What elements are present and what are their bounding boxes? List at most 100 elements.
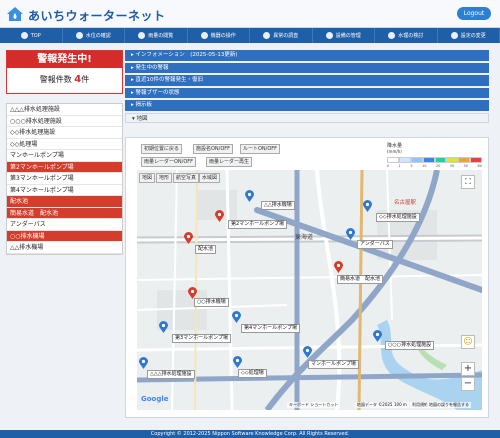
legend-unit: (mm/h) bbox=[387, 149, 402, 154]
nav-anomaly[interactable]: 異常の調査 bbox=[250, 28, 313, 43]
header: あいちウォーターネット Logout bbox=[0, 0, 500, 28]
facility-list-item[interactable]: マンホールポンプ場 bbox=[7, 150, 122, 162]
wrench-icon bbox=[325, 32, 333, 39]
legend-swatch bbox=[458, 157, 471, 163]
switch-icon bbox=[200, 32, 208, 39]
accordion-panel-header[interactable]: 揭示板 bbox=[125, 100, 489, 111]
facility-list-item[interactable]: 第4マンホールポンプ場 bbox=[7, 185, 122, 196]
legend-swatch bbox=[387, 157, 399, 163]
map-label-reservoir: 配水池 bbox=[195, 245, 217, 254]
facility-list-item[interactable]: 配水池 bbox=[7, 196, 122, 208]
map-label-simple-water-reservoir: 簡易水道 配水池 bbox=[337, 275, 384, 284]
map-label-underpass: アンダーパス bbox=[357, 240, 393, 249]
map-label-circle-drainage: ○○排水機場 bbox=[194, 298, 229, 307]
accordion-panel-header[interactable]: 直近10件の警報発生・復旧 bbox=[125, 75, 489, 86]
rain-radar-toggle[interactable]: 雨量レーダーON/OFF bbox=[141, 157, 197, 167]
map-pin-blue[interactable] bbox=[303, 346, 312, 358]
nav-hydraulics[interactable]: 水理の検討 bbox=[375, 28, 438, 43]
app-title: あいちウォーターネット bbox=[28, 9, 166, 23]
map-type-terrain[interactable]: 地形 bbox=[156, 173, 173, 183]
map-pin-blue[interactable] bbox=[363, 200, 372, 212]
nav-facility[interactable]: 設備の管理 bbox=[313, 28, 375, 43]
legend-swatch bbox=[410, 157, 423, 163]
nav-water-level[interactable]: 水位の確認 bbox=[63, 28, 125, 43]
accordion-panel-header[interactable]: インフォメーション (2025-05-13更新) bbox=[125, 50, 489, 61]
map-type-map[interactable]: 地図 bbox=[139, 173, 156, 183]
facility-list-item[interactable]: ○○○排水処理施設 bbox=[7, 116, 122, 127]
alert-count: 警報件数 4件 bbox=[39, 74, 90, 85]
legend-title: 降水量 bbox=[387, 143, 403, 149]
facility-list-item[interactable]: ◇◇排水処理施設 bbox=[7, 127, 122, 139]
gear-icon bbox=[450, 32, 458, 39]
street-view-icon[interactable]: ☺ bbox=[461, 335, 475, 349]
panel-stack: インフォメーション (2025-05-13更新)発生中の警報直近10件の警報発生… bbox=[125, 50, 489, 125]
report-error-link[interactable]: 地図の誤りを報告する bbox=[427, 402, 471, 408]
legend-value: 10 bbox=[421, 164, 427, 168]
logout-button[interactable]: Logout bbox=[457, 7, 491, 20]
facility-list-item[interactable]: 第2マンホールポンプ場 bbox=[7, 161, 122, 173]
map-pin-alarm[interactable] bbox=[184, 232, 193, 244]
map-pin-alarm[interactable] bbox=[215, 210, 224, 222]
legend-value: 0 bbox=[387, 164, 390, 168]
nav-equipment[interactable]: 機器の操作 bbox=[188, 28, 250, 43]
map-label-diamond-treatment: ◇◇排水処理施設 bbox=[376, 213, 420, 222]
map-type-water[interactable]: 水域図 bbox=[199, 173, 221, 183]
route-toggle[interactable]: ルートON/OFF bbox=[240, 144, 281, 154]
accordion-panel-header[interactable]: 警報ブザーの状態 bbox=[125, 87, 489, 98]
map-pin-blue[interactable] bbox=[346, 228, 355, 240]
main-nav: TOP 水位の確認 雨量の閲覧 機器の操作 異常の調査 設備の管理 水理の検討 … bbox=[0, 28, 500, 43]
question-icon bbox=[388, 32, 396, 39]
map-label-pump-3: 第3マンホールポンプ場 bbox=[172, 334, 232, 343]
map-label-manhole-pump: マンホールポンプ場 bbox=[308, 360, 359, 369]
legend-value: 50 bbox=[463, 164, 469, 168]
facility-list-item[interactable]: △△排水機場 bbox=[7, 242, 122, 254]
rain-legend-values: 0 1 5 10 20 30 50 80 bbox=[387, 164, 482, 169]
facility-list-item[interactable]: ◇◇処理場 bbox=[7, 139, 122, 150]
map-pin-blue[interactable] bbox=[373, 330, 382, 342]
facility-list-item[interactable]: △△△排水処理施設 bbox=[7, 104, 122, 116]
nav-top[interactable]: TOP bbox=[0, 28, 63, 43]
accordion-panel-header[interactable]: 発生中の警報 bbox=[125, 62, 489, 73]
initial-position-button[interactable]: 初期位置に戻る bbox=[141, 144, 183, 154]
radar-play-button[interactable]: 雨量レーダー再生 bbox=[206, 157, 253, 167]
house-logo-icon bbox=[7, 7, 23, 21]
map-canvas[interactable]: 地図 地形 航空写真 水域図 ⛶ 東海道 名古屋駅 △△排水機場 第2マンホール… bbox=[137, 170, 482, 410]
facility-name-toggle[interactable]: 施設名ON/OFF bbox=[193, 144, 234, 154]
map-pin-blue[interactable] bbox=[232, 311, 241, 323]
rain-icon bbox=[138, 32, 146, 39]
map-pin-blue[interactable] bbox=[159, 321, 168, 333]
facility-list: △△△排水処理施設 ○○○排水処理施設 ◇◇排水処理施設 ◇◇処理場 マンホールポンプ場… bbox=[6, 103, 123, 255]
facility-list-item[interactable]: アンダーパス bbox=[7, 219, 122, 231]
facility-list-item[interactable]: ○○排水機場 bbox=[7, 230, 122, 242]
facility-list-item[interactable]: 第3マンホールポンプ場 bbox=[7, 173, 122, 185]
alert-title: 警報発生中! bbox=[7, 51, 122, 68]
legend-value: 5 bbox=[410, 164, 413, 168]
map-label-diamond-plant: ◇◇処理場 bbox=[238, 369, 267, 378]
legend-value: 20 bbox=[435, 164, 441, 168]
map-label-pump-4: 第4マンホールポンプ場 bbox=[241, 324, 301, 333]
map-pin-alarm[interactable] bbox=[334, 261, 343, 273]
legend-swatch bbox=[422, 157, 435, 163]
fullscreen-icon[interactable]: ⛶ bbox=[461, 175, 475, 189]
rain-legend-bar bbox=[387, 157, 482, 163]
legend-value: 1 bbox=[398, 164, 401, 168]
gauge-icon bbox=[75, 32, 83, 39]
alert-summary: 警報発生中! 警報件数 4件 bbox=[6, 50, 123, 94]
map-type-satellite[interactable]: 航空写真 bbox=[173, 173, 200, 183]
map-pin-blue[interactable] bbox=[233, 356, 242, 368]
map-scale: 100 m bbox=[392, 402, 409, 408]
street-label-tokaido: 東海道 bbox=[295, 234, 314, 241]
accordion-panel-header[interactable]: 地図 bbox=[125, 112, 489, 123]
zoom-in-button[interactable]: + bbox=[461, 362, 475, 376]
google-logo: Google bbox=[141, 395, 169, 403]
legend-swatch bbox=[398, 157, 411, 163]
nav-rainfall[interactable]: 雨量の閲覧 bbox=[125, 28, 188, 43]
left-sidebar: 警報発生中! 警報件数 4件 △△△排水処理施設 ○○○排水処理施設 ◇◇排水処理施… bbox=[6, 50, 123, 255]
zoom-out-button[interactable]: − bbox=[461, 377, 475, 391]
map-pin-blue[interactable] bbox=[139, 357, 148, 369]
legend-value: 30 bbox=[449, 164, 455, 168]
map-pin-blue[interactable] bbox=[245, 190, 254, 202]
facility-list-item[interactable]: 簡易水道 配水池 bbox=[7, 207, 122, 219]
keyboard-shortcuts-link[interactable]: キーボード ショートカット bbox=[287, 402, 341, 408]
nav-settings[interactable]: 設定の変更 bbox=[438, 28, 500, 43]
